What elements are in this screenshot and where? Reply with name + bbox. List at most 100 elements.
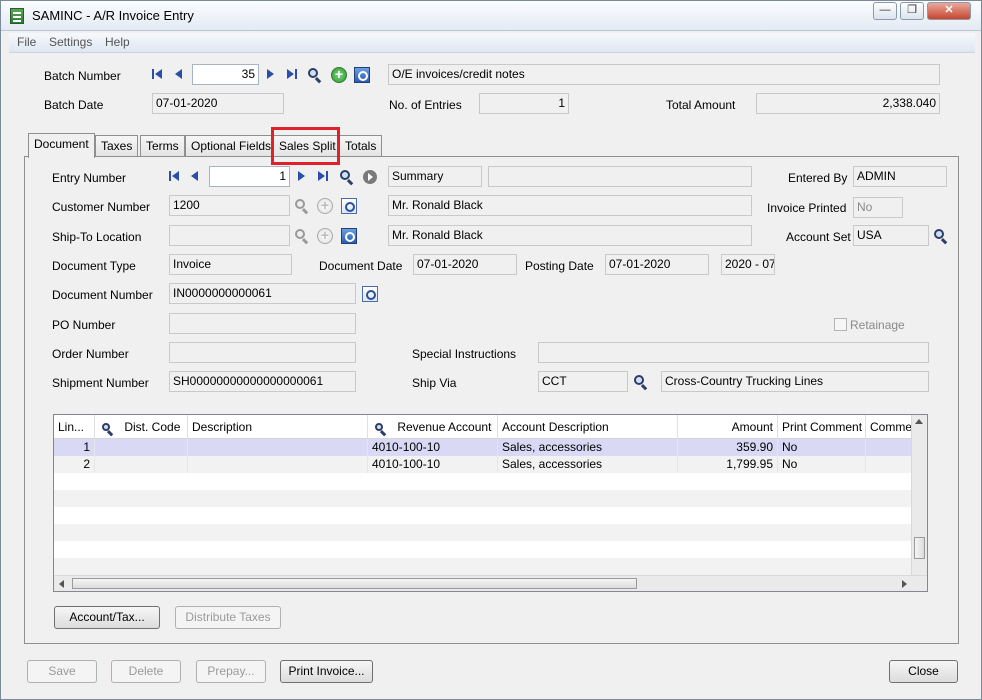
last-batch-icon[interactable] bbox=[287, 69, 299, 81]
distribute-taxes-button[interactable]: Distribute Taxes bbox=[175, 606, 281, 629]
posting-date[interactable]: 07-01-2020 bbox=[605, 254, 709, 275]
prepay-button[interactable]: Prepay... bbox=[196, 660, 266, 683]
customer-finder-icon[interactable] bbox=[294, 198, 310, 215]
row-comment-cell[interactable] bbox=[866, 439, 914, 456]
entry-description[interactable]: Summary bbox=[388, 166, 482, 187]
ship-to-zoom-icon[interactable] bbox=[341, 228, 357, 244]
account-set[interactable]: USA bbox=[853, 225, 929, 246]
customer-number[interactable]: 1200 bbox=[169, 195, 290, 216]
new-ship-to-icon[interactable]: + bbox=[317, 228, 333, 244]
new-customer-icon[interactable]: + bbox=[317, 198, 333, 214]
vertical-scrollbar[interactable] bbox=[911, 415, 927, 575]
previous-entry-icon[interactable] bbox=[191, 171, 203, 183]
col-header-line[interactable]: Lin... bbox=[54, 415, 95, 439]
revenue-account-finder-icon[interactable] bbox=[374, 422, 388, 437]
row-dist-code-cell[interactable] bbox=[95, 439, 188, 456]
ship-to-label: Ship-To Location bbox=[52, 230, 142, 244]
row-amount-cell[interactable]: 1,799.95 bbox=[678, 456, 778, 473]
ship-to-finder-icon[interactable] bbox=[294, 228, 310, 245]
account-tax-button[interactable]: Account/Tax... bbox=[54, 606, 160, 629]
row-revenue-account-cell[interactable]: 4010-100-10 bbox=[368, 439, 498, 456]
menu-help[interactable]: Help bbox=[105, 35, 130, 49]
empty-row bbox=[54, 541, 912, 558]
empty-row bbox=[54, 507, 912, 524]
tab-totals[interactable]: Totals bbox=[339, 135, 383, 157]
invoice-detail-grid[interactable]: Lin... Dist. Code Description Revenue Ac… bbox=[53, 414, 928, 592]
document-number[interactable]: IN0000000000061 bbox=[169, 283, 356, 304]
save-button[interactable]: Save bbox=[27, 660, 97, 683]
horizontal-scrollbar[interactable] bbox=[54, 575, 927, 591]
row-revenue-account-cell[interactable]: 4010-100-10 bbox=[368, 456, 498, 473]
batch-number-input[interactable]: 35 bbox=[192, 64, 259, 85]
batch-finder-icon[interactable] bbox=[307, 67, 323, 84]
po-number[interactable] bbox=[169, 313, 356, 334]
tab-terms[interactable]: Terms bbox=[140, 135, 185, 157]
table-row[interactable]: 2 4010-100-10 Sales, accessories 1,799.9… bbox=[54, 456, 914, 473]
batch-description[interactable]: O/E invoices/credit notes bbox=[388, 64, 940, 85]
entered-by-label: Entered By bbox=[788, 171, 848, 185]
tab-taxes[interactable]: Taxes bbox=[95, 135, 139, 157]
ship-via-code[interactable]: CCT bbox=[538, 371, 628, 392]
row-print-comment-cell[interactable]: No bbox=[778, 439, 866, 456]
total-amount-label: Total Amount bbox=[666, 98, 736, 112]
shipment-number[interactable]: SH00000000000000000061 bbox=[169, 371, 356, 392]
row-description-cell[interactable] bbox=[188, 456, 368, 473]
col-header-amount[interactable]: Amount bbox=[678, 415, 778, 439]
account-set-finder-icon[interactable] bbox=[933, 228, 949, 245]
special-instructions-label: Special Instructions bbox=[412, 347, 517, 361]
row-amount-cell[interactable]: 359.90 bbox=[678, 439, 778, 456]
go-icon[interactable] bbox=[363, 170, 377, 184]
next-entry-icon[interactable] bbox=[298, 171, 310, 183]
col-header-print-comment[interactable]: Print Comment bbox=[778, 415, 866, 439]
entry-finder-icon[interactable] bbox=[339, 169, 355, 186]
retainage-checkbox[interactable] bbox=[834, 318, 847, 331]
col-header-dist-code[interactable]: Dist. Code bbox=[95, 415, 188, 439]
col-header-account-description[interactable]: Account Description bbox=[498, 415, 678, 439]
special-instructions[interactable] bbox=[538, 342, 929, 363]
ship-via-label: Ship Via bbox=[412, 376, 457, 390]
next-batch-icon[interactable] bbox=[267, 69, 279, 81]
row-description-cell[interactable] bbox=[188, 439, 368, 456]
close-window-button[interactable]: ✕ bbox=[927, 2, 971, 20]
new-batch-icon[interactable]: + bbox=[331, 67, 347, 83]
previous-batch-icon[interactable] bbox=[175, 69, 187, 81]
minimize-button[interactable]: — bbox=[873, 2, 897, 20]
sales-split-highlight bbox=[271, 127, 340, 165]
document-zoom-icon[interactable] bbox=[362, 286, 378, 302]
horizontal-scroll-thumb[interactable] bbox=[72, 578, 637, 589]
document-date[interactable]: 07-01-2020 bbox=[413, 254, 517, 275]
customer-zoom-icon[interactable] bbox=[341, 198, 357, 214]
batch-date-label: Batch Date bbox=[44, 98, 104, 112]
last-entry-icon[interactable] bbox=[318, 171, 330, 183]
entry-number-input[interactable]: 1 bbox=[209, 166, 290, 187]
row-dist-code-cell[interactable] bbox=[95, 456, 188, 473]
restore-button[interactable]: ❐ bbox=[900, 2, 924, 20]
col-header-description[interactable]: Description bbox=[188, 415, 368, 439]
ship-via-finder-icon[interactable] bbox=[633, 374, 649, 391]
row-comment-cell[interactable] bbox=[866, 456, 914, 473]
entry-description-extra[interactable] bbox=[488, 166, 752, 187]
delete-button[interactable]: Delete bbox=[111, 660, 181, 683]
dist-code-finder-icon[interactable] bbox=[101, 422, 115, 437]
table-row[interactable]: 1 4010-100-10 Sales, accessories 359.90 … bbox=[54, 439, 914, 456]
first-batch-icon[interactable] bbox=[152, 69, 164, 81]
batch-zoom-icon[interactable] bbox=[354, 67, 370, 83]
scroll-up-icon[interactable] bbox=[915, 419, 923, 424]
ship-to-location[interactable] bbox=[169, 225, 290, 246]
first-entry-icon[interactable] bbox=[169, 171, 181, 183]
tab-optional-fields[interactable]: Optional Fields bbox=[185, 135, 278, 157]
vertical-scroll-thumb[interactable] bbox=[914, 537, 925, 559]
tab-document[interactable]: Document bbox=[28, 133, 95, 158]
scroll-right-icon[interactable] bbox=[902, 580, 907, 588]
col-header-revenue-account[interactable]: Revenue Account bbox=[368, 415, 498, 439]
order-number[interactable] bbox=[169, 342, 356, 363]
col-header-comment[interactable]: Commen bbox=[866, 415, 914, 439]
row-print-comment-cell[interactable]: No bbox=[778, 456, 866, 473]
close-button[interactable]: Close bbox=[889, 660, 958, 683]
menu-file[interactable]: File bbox=[17, 35, 36, 49]
scroll-left-icon[interactable] bbox=[59, 580, 64, 588]
empty-row bbox=[54, 524, 912, 541]
print-invoice-button[interactable]: Print Invoice... bbox=[280, 660, 373, 683]
document-type[interactable]: Invoice bbox=[169, 254, 292, 275]
menu-settings[interactable]: Settings bbox=[49, 35, 92, 49]
